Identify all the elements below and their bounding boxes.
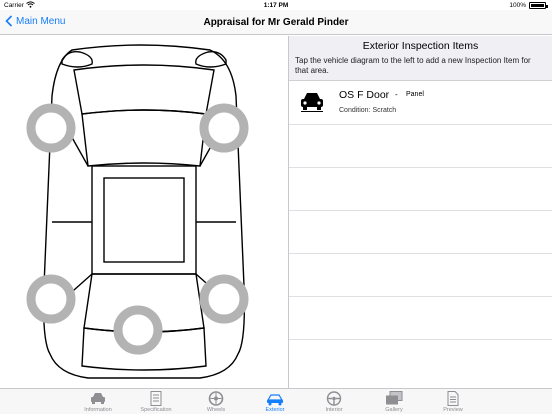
navigation-bar: Main Menu Appraisal for Mr Gerald Pinder bbox=[0, 10, 552, 35]
windscreen bbox=[81, 109, 207, 167]
tab-specification[interactable]: Specification bbox=[136, 391, 176, 413]
front-right-tyre bbox=[199, 103, 249, 153]
gallery-icon bbox=[386, 391, 403, 405]
empty-row bbox=[289, 297, 552, 340]
empty-row bbox=[289, 168, 552, 211]
rear-right-tyre bbox=[199, 274, 249, 324]
rear-left-tyre bbox=[26, 274, 76, 324]
tab-preview[interactable]: Preview bbox=[433, 391, 473, 413]
tab-bar: Information Specification Wheels Exterio… bbox=[0, 388, 552, 414]
tab-interior[interactable]: Interior bbox=[314, 391, 354, 413]
empty-row bbox=[289, 211, 552, 254]
exterior-icon bbox=[266, 394, 284, 406]
item-title: OS F Door bbox=[339, 89, 390, 101]
tab-label: Preview bbox=[443, 407, 463, 413]
item-separator: - bbox=[395, 90, 398, 99]
panel-title: Exterior Inspection Items bbox=[362, 40, 479, 52]
bonnet-panel bbox=[73, 64, 215, 115]
panel-instructions: Tap the vehicle diagram to the left to a… bbox=[295, 56, 531, 75]
spare-tyre bbox=[113, 305, 163, 355]
car-front-icon bbox=[301, 93, 323, 112]
inspection-items-panel: Exterior Inspection Items Tap the vehicl… bbox=[289, 36, 552, 388]
tab-label: Gallery bbox=[385, 407, 403, 413]
tab-wheels[interactable]: Wheels bbox=[196, 391, 236, 413]
panel-header: Exterior Inspection Items Tap the vehicl… bbox=[289, 36, 552, 81]
inspection-item-row[interactable]: OS F Door - Panel Condition: Scratch bbox=[289, 81, 552, 125]
right-mirror bbox=[195, 50, 227, 68]
status-bar: Carrier 1:17 PM 100% bbox=[0, 0, 552, 10]
tab-label: Interior bbox=[325, 407, 343, 413]
battery-icon bbox=[529, 2, 548, 9]
document-icon bbox=[447, 391, 459, 406]
tab-label: Specification bbox=[140, 407, 172, 413]
empty-row bbox=[289, 254, 552, 297]
item-type: Panel bbox=[406, 91, 424, 98]
tab-gallery[interactable]: Gallery bbox=[374, 391, 414, 413]
left-mirror bbox=[61, 50, 93, 68]
app-window: Carrier 1:17 PM 100% Main Menu Appraisal… bbox=[0, 0, 552, 414]
wheel-icon bbox=[208, 391, 224, 406]
tab-label: Information bbox=[84, 407, 112, 413]
tab-exterior[interactable]: Exterior bbox=[255, 391, 295, 413]
front-left-tyre bbox=[26, 103, 76, 153]
car-outline-diagram[interactable] bbox=[0, 36, 288, 388]
car-icon bbox=[91, 393, 105, 404]
status-time: 1:17 PM bbox=[263, 2, 289, 9]
list-icon bbox=[150, 391, 162, 406]
tab-label: Wheels bbox=[206, 407, 226, 413]
item-condition: Condition: Scratch bbox=[339, 107, 397, 114]
vehicle-diagram[interactable] bbox=[0, 36, 288, 388]
sunroof bbox=[103, 177, 185, 263]
tab-label: Exterior bbox=[265, 407, 285, 413]
tab-information[interactable]: Information bbox=[78, 391, 118, 413]
page-title: Appraisal for Mr Gerald Pinder bbox=[203, 17, 349, 28]
steering-wheel-icon bbox=[326, 391, 342, 406]
battery-percent: 100% bbox=[509, 2, 526, 9]
roof-panel bbox=[91, 165, 197, 275]
empty-row bbox=[289, 125, 552, 168]
